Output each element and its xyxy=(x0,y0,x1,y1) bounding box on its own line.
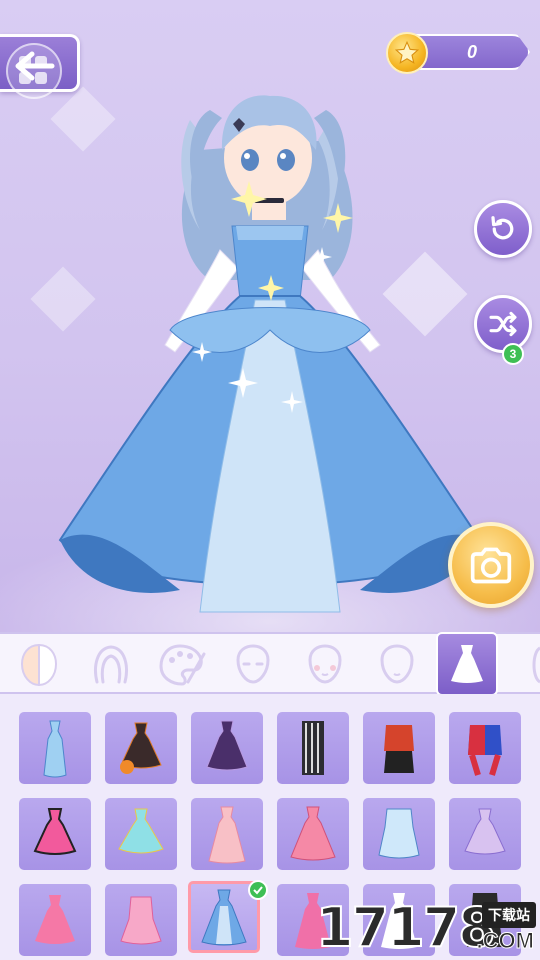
item-pink-ribbon-dress[interactable] xyxy=(105,884,177,956)
back-button[interactable] xyxy=(0,34,80,99)
reset-button[interactable] xyxy=(474,200,532,258)
head-icon xyxy=(380,644,414,684)
arrow-left-icon xyxy=(15,51,55,81)
item-halloween-dress[interactable] xyxy=(105,712,177,784)
shuffle-count-badge: 3 xyxy=(502,343,524,365)
shuffle-button[interactable] xyxy=(474,295,532,353)
item-aqua-fairy-dress[interactable] xyxy=(105,798,177,870)
selected-check-icon xyxy=(248,880,268,900)
palette-icon xyxy=(159,644,206,686)
item-pink-black-lolita[interactable] xyxy=(19,798,91,870)
item-sailor-dress[interactable] xyxy=(363,798,435,870)
tab-hair[interactable] xyxy=(80,638,142,692)
item-lavender-lolita[interactable] xyxy=(449,798,521,870)
item-red-black-outfit[interactable] xyxy=(363,712,435,784)
skin-tone-icon xyxy=(20,643,58,687)
item-peach-gown[interactable] xyxy=(191,798,263,870)
star-coin-icon xyxy=(386,32,428,74)
tab-blush[interactable] xyxy=(294,638,356,692)
dress-icon xyxy=(451,645,483,683)
watermark-tag: 下载站 xyxy=(482,902,536,928)
item-striped-goth-outfit[interactable] xyxy=(277,712,349,784)
tab-head[interactable] xyxy=(366,638,428,692)
coin-count: 0 xyxy=(466,42,477,62)
undo-icon xyxy=(491,216,514,240)
tab-dress[interactable] xyxy=(436,632,498,696)
shuffle-icon xyxy=(489,311,517,337)
tab-face[interactable] xyxy=(222,638,284,692)
watermark-domain: .COM xyxy=(476,928,534,954)
camera-button[interactable] xyxy=(448,522,534,608)
tab-skin-tone[interactable] xyxy=(8,638,70,692)
blush-face-icon xyxy=(308,644,342,684)
item-purple-gothic-dress[interactable] xyxy=(191,712,263,784)
dressup-stage: 0 3 xyxy=(0,0,540,632)
item-pink-ballgown[interactable] xyxy=(277,798,349,870)
tab-more[interactable] xyxy=(510,638,540,692)
accessory-icon xyxy=(532,646,540,684)
item-blue-mermaid-gown[interactable] xyxy=(19,712,91,784)
face-icon xyxy=(236,644,270,684)
camera-icon xyxy=(470,547,512,584)
hair-icon xyxy=(94,645,128,684)
item-jester-outfit[interactable] xyxy=(449,712,521,784)
watermark-number: 17178 xyxy=(315,895,497,960)
item-pink-frill-dress[interactable] xyxy=(19,884,91,956)
tab-makeup[interactable] xyxy=(152,638,214,692)
watermark: 17178 下载站 .COM xyxy=(315,892,540,960)
category-tabs xyxy=(0,632,540,696)
